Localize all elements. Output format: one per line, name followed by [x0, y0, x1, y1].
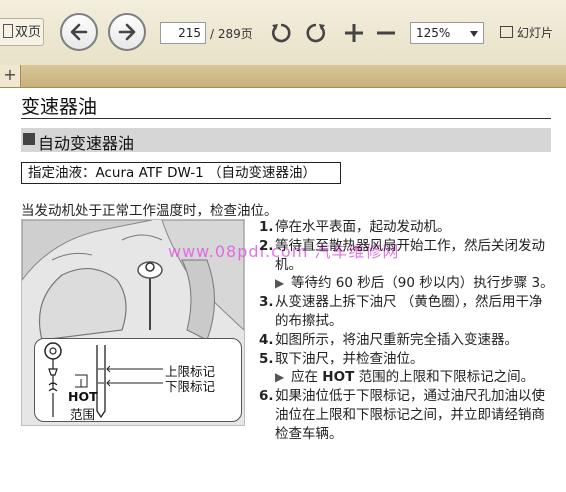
- triangle-right-icon: ▶: [275, 370, 285, 385]
- rotate-cw-icon: [306, 23, 326, 43]
- title-divider: [21, 118, 551, 119]
- arrow-right-icon: [118, 23, 136, 41]
- minus-icon: [377, 31, 395, 35]
- section-bullet-icon: [23, 133, 35, 145]
- plus-icon: [345, 24, 363, 42]
- page-total-label: / 289页: [210, 27, 253, 41]
- zoom-out-button[interactable]: [373, 20, 399, 46]
- step-5-note: ▶ 应在 HOT 范围的上限和下限标记之间。: [275, 369, 535, 386]
- add-tab-button[interactable]: +: [0, 65, 21, 87]
- range-label: 范围: [70, 407, 96, 422]
- step-4: 4. 如图所示，将油尺重新完全插入变速器。: [259, 331, 518, 348]
- page-number-input[interactable]: 215: [160, 22, 206, 44]
- chevron-down-icon: [470, 31, 478, 37]
- zoom-value: 125%: [416, 26, 451, 40]
- section-header: 自动变速器油: [21, 128, 551, 153]
- double-page-icon: [3, 24, 13, 38]
- page-mode-button[interactable]: 双页: [0, 18, 44, 46]
- lower-mark-label: 下限标记: [165, 379, 216, 394]
- rotate-left-button[interactable]: [268, 20, 294, 46]
- forward-button[interactable]: [108, 13, 146, 51]
- arrow-left-icon: [70, 23, 88, 41]
- rotate-ccw-icon: [271, 23, 291, 43]
- section-title: 自动变速器油: [38, 134, 135, 153]
- step-3: 3. 从变速器上拆下油尺 （黄色圈），然后用干净的布擦拭。: [259, 294, 543, 329]
- page-title: 变速器油: [21, 96, 98, 118]
- dipstick-legend: 上限标记 下限标记 HOT 范围: [34, 338, 242, 422]
- step-2: 2. 等待直至散热器风扇开始工作，然后关闭发动机。: [259, 237, 545, 273]
- slideshow-button[interactable]: 幻灯片: [500, 24, 553, 41]
- fluid-spec-box: 指定油液：Acura ATF DW-1 （自动变速器油）: [21, 162, 341, 184]
- slideshow-icon: [500, 26, 513, 38]
- step-5: 5. 取下油尺，并检查油位。: [259, 350, 424, 367]
- triangle-right-icon: ▶: [275, 276, 285, 291]
- step-2-note: ▶ 等待约 60 秒后（90 秒以内）执行步骤 3。: [275, 275, 554, 292]
- step-1: 1. 停在水平表面，起动发动机。: [259, 219, 451, 235]
- hot-label: HOT: [68, 389, 98, 404]
- instruction-list: 1. 停在水平表面，起动发动机。 2. 等待直至散热器风扇开始工作，然后关闭发动机。…: [259, 218, 554, 444]
- reader-toolbar: 双页 215 / 289页 125% 幻灯片: [0, 0, 566, 66]
- document-page: 变速器油 自动变速器油 指定油液：Acura ATF DW-1 （自动变速器油）…: [0, 88, 566, 492]
- zoom-select[interactable]: 125%: [410, 22, 484, 44]
- zoom-in-button[interactable]: [341, 20, 367, 46]
- tab-bar: +: [0, 65, 566, 88]
- intro-text: 当发动机处于正常工作温度时，检查油位。: [21, 203, 278, 219]
- rotate-right-button[interactable]: [303, 20, 329, 46]
- page-mode-label: 双页: [15, 25, 42, 40]
- slideshow-label: 幻灯片: [517, 26, 554, 40]
- step-6: 6. 如果油位低于下限标记，通过油尺孔加油以使油位在上限和下限标记之间，并立即请经…: [259, 388, 545, 442]
- back-button[interactable]: [60, 13, 98, 51]
